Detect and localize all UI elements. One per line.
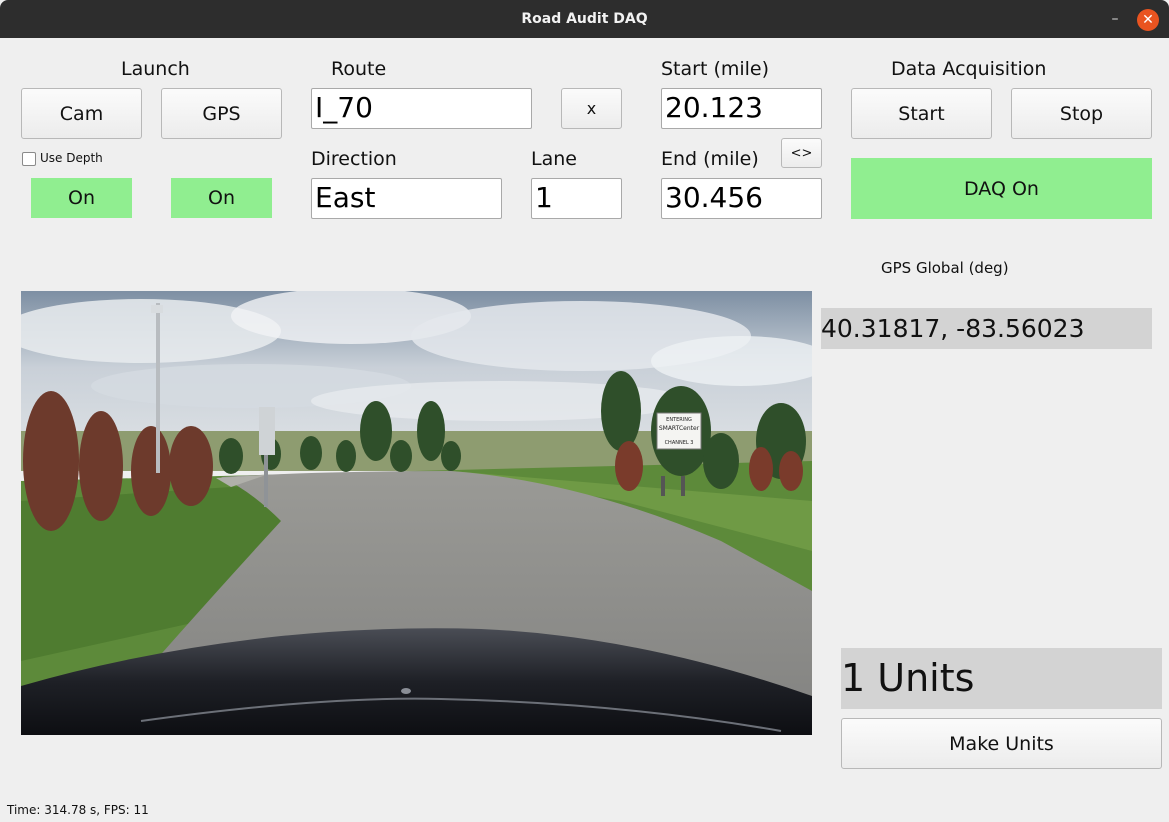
status-bar-text: Time: 314.78 s, FPS: 11 <box>7 803 149 817</box>
end-mile-input[interactable]: 30.456 <box>661 178 822 219</box>
minimize-icon[interactable]: – <box>1109 10 1121 28</box>
gps-global-label: GPS Global (deg) <box>881 259 1009 277</box>
window-title: Road Audit DAQ <box>521 11 648 27</box>
route-input[interactable]: I_70 <box>311 88 532 129</box>
daq-heading: Data Acquisition <box>891 58 1047 80</box>
sign-line-3: CHANNEL 3 <box>665 440 694 446</box>
direction-input[interactable]: East <box>311 178 502 219</box>
camera-feed-image: ENTERING SMARTCenter CHANNEL 3 <box>21 291 812 735</box>
units-count-readout: 1 Units <box>841 648 1162 709</box>
route-label: Route <box>331 58 387 80</box>
daq-start-button[interactable]: Start <box>851 88 992 139</box>
lane-input[interactable]: 1 <box>531 178 622 219</box>
launch-heading: Launch <box>121 58 190 80</box>
direction-label: Direction <box>311 148 397 170</box>
cam-button[interactable]: Cam <box>21 88 142 139</box>
sign-line-2: SMARTCenter <box>659 425 700 432</box>
make-units-button[interactable]: Make Units <box>841 718 1162 769</box>
lane-label: Lane <box>531 148 577 170</box>
end-mile-label: End (mile) <box>661 148 759 170</box>
start-mile-input[interactable]: 20.123 <box>661 88 822 129</box>
close-icon[interactable]: ✕ <box>1137 9 1159 31</box>
gps-button[interactable]: GPS <box>161 88 282 139</box>
cam-status-badge: On <box>31 178 132 218</box>
sign-line-1: ENTERING <box>666 417 692 423</box>
gps-coords-readout: 40.31817, -83.56023 <box>821 308 1152 349</box>
swap-miles-button[interactable]: <> <box>781 138 822 168</box>
title-bar: Road Audit DAQ – ✕ <box>0 0 1169 38</box>
clear-route-button[interactable]: x <box>561 88 622 129</box>
daq-status-badge: DAQ On <box>851 158 1152 219</box>
start-mile-label: Start (mile) <box>661 58 770 80</box>
use-depth-checkbox[interactable] <box>22 152 36 166</box>
daq-stop-button[interactable]: Stop <box>1011 88 1152 139</box>
gps-status-badge: On <box>171 178 272 218</box>
use-depth-label: Use Depth <box>40 151 103 165</box>
